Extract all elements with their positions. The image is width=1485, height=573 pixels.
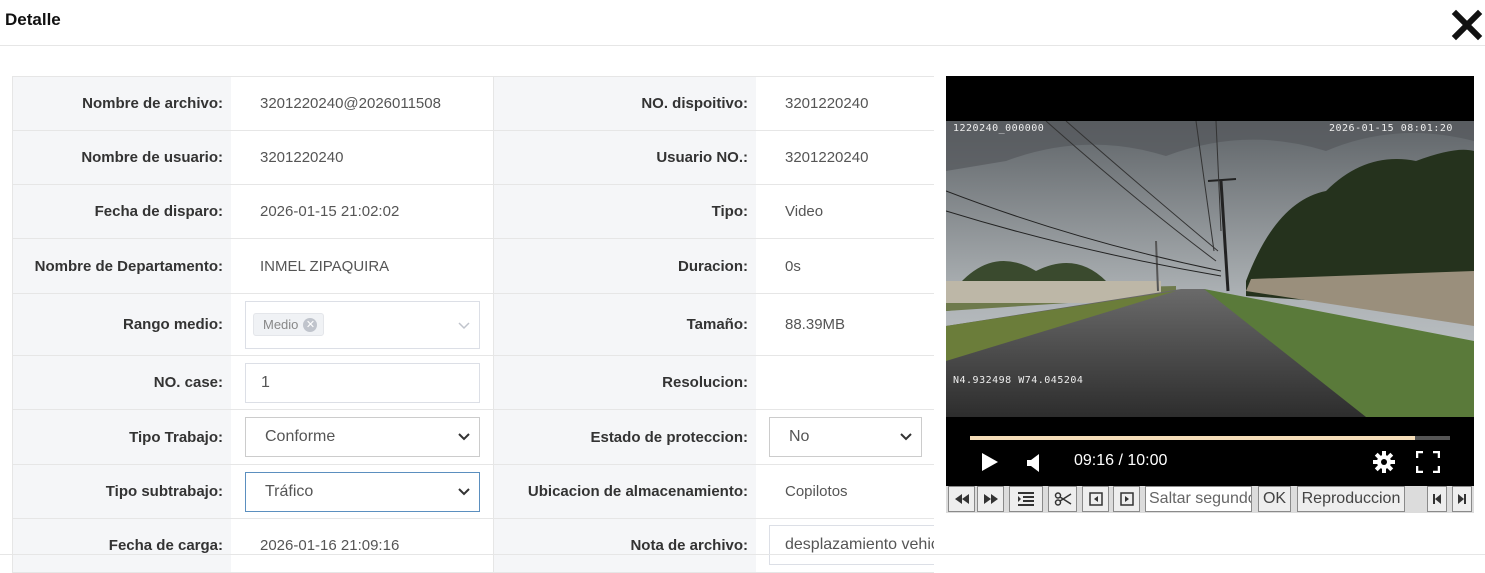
label-file-name: Nombre de archivo: [13,77,231,130]
value-user-name: 3201220240 [260,149,344,166]
ok-button[interactable]: OK [1258,486,1291,512]
row-subwork: Tipo subtrabajo: Tráfico Ubicacion de al… [13,465,934,519]
value-file-name: 3201220240@2026011508 [260,95,441,112]
close-icon[interactable] [1451,9,1483,41]
skip-start-icon[interactable] [1427,486,1447,512]
value-duration: 0s [785,257,801,275]
value-department: INMEL ZIPAQUIRA [260,257,390,275]
value-trigger-date: 2026-01-15 21:02:02 [260,203,400,220]
label-work-type: Tipo Trabajo: [13,410,231,464]
label-duration: Duracion: [493,239,756,293]
tag-remove-icon[interactable]: ✕ [303,317,318,332]
label-device-no: NO. dispoitivo: [493,77,756,130]
protection-select[interactable]: No [769,417,922,457]
row-user: Nombre de usuario: 3201220240 Usuario NO… [13,131,934,185]
row-department: Nombre de Departamento: INMEL ZIPAQUIRA … [13,239,934,294]
fullscreen-icon[interactable] [1415,450,1441,478]
video-frame[interactable]: 1220240_000000 2026-01-15 08:01:20 N4.93… [946,121,1474,417]
osd-gps: N4.932498 W74.045204 [953,375,1084,386]
case-input[interactable]: 1 [245,362,480,403]
chevron-down-icon [458,433,470,441]
next-frame-icon[interactable] [1113,486,1140,512]
protection-value: No [789,428,810,445]
chevron-down-icon [458,321,470,329]
value-type: Video [785,203,824,220]
chevron-down-icon [458,487,470,495]
progress-fill [970,436,1415,440]
row-file: Nombre de archivo: 3201220240@2026011508… [13,77,934,131]
list-icon[interactable] [1009,486,1043,512]
osd-datetime: 2026-01-15 08:01:20 [1329,123,1453,134]
label-file-note: Nota de archivo: [493,519,756,572]
value-size: 88.39MB [785,316,846,333]
label-upload-date: Fecha de carga: [13,519,231,572]
skip-end-icon[interactable] [1452,486,1472,512]
label-storage: Ubicacion de almacenamiento: [493,465,756,518]
row-work: Tipo Trabajo: Conforme Estado de protecc… [13,410,934,465]
video-toolbar: Saltar segundos OK Reproduccion [946,486,1474,513]
detail-table: Nombre de archivo: 3201220240@2026011508… [12,76,934,573]
chevron-down-icon [900,433,912,441]
work-type-select[interactable]: Conforme [245,417,480,457]
subwork-type-value: Tráfico [265,482,314,500]
road-scene-image [946,121,1474,417]
fast-forward-icon[interactable] [977,486,1004,512]
range-tag: Medio ✕ [253,313,325,336]
volume-icon[interactable] [1026,453,1042,478]
value-resolution [756,356,934,409]
seek-seconds-input[interactable]: Saltar segundos [1145,486,1252,512]
work-type-value: Conforme [265,428,336,445]
osd-camera-id: 1220240_000000 [953,123,1045,134]
progress-bar[interactable] [970,436,1450,440]
label-subwork-type: Tipo subtrabajo: [13,465,231,518]
scissors-icon[interactable] [1048,486,1077,512]
label-size: Tamaño: [493,294,756,355]
previous-frame-icon[interactable] [1082,486,1109,512]
row-range: Rango medio: Medio ✕ Tamaño: 88.39MB [13,294,934,356]
range-tag-label: Medio [263,317,299,332]
value-storage: Copilotos [785,483,848,500]
row-trigger: Fecha de disparo: 2026-01-15 21:02:02 Ti… [13,185,934,239]
play-icon[interactable] [981,452,999,477]
timecode: 09:16 / 10:00 [1074,452,1168,469]
label-trigger-date: Fecha de disparo: [13,185,231,238]
value-user-no: 3201220240 [785,149,869,166]
row-case: NO. case: 1 Resolucion: [13,356,934,410]
label-user-no: Usuario NO.: [493,131,756,184]
divider [0,554,1485,555]
label-case: NO. case: [13,356,231,409]
rewind-icon[interactable] [948,486,975,512]
playback-button[interactable]: Reproduccion [1297,486,1405,512]
label-range: Rango medio: [13,294,231,355]
range-select[interactable]: Medio ✕ [245,300,480,349]
label-type: Tipo: [493,185,756,238]
subwork-type-select[interactable]: Tráfico [245,471,480,512]
dialog-header: Detalle [0,0,1485,46]
video-player[interactable]: 1220240_000000 2026-01-15 08:01:20 N4.93… [946,76,1474,486]
label-protection: Estado de proteccion: [493,410,756,464]
file-note-textarea[interactable]: desplazamiento vehicular .Jhon saavedra [769,525,934,565]
value-upload-date: 2026-01-16 21:09:16 [260,537,400,554]
gear-icon[interactable] [1372,450,1396,479]
label-department: Nombre de Departamento: [13,239,231,293]
dialog-title: Detalle [5,10,61,29]
label-user-name: Nombre de usuario: [13,131,231,184]
label-resolution: Resolucion: [493,356,756,409]
value-device-no: 3201220240 [785,95,869,112]
